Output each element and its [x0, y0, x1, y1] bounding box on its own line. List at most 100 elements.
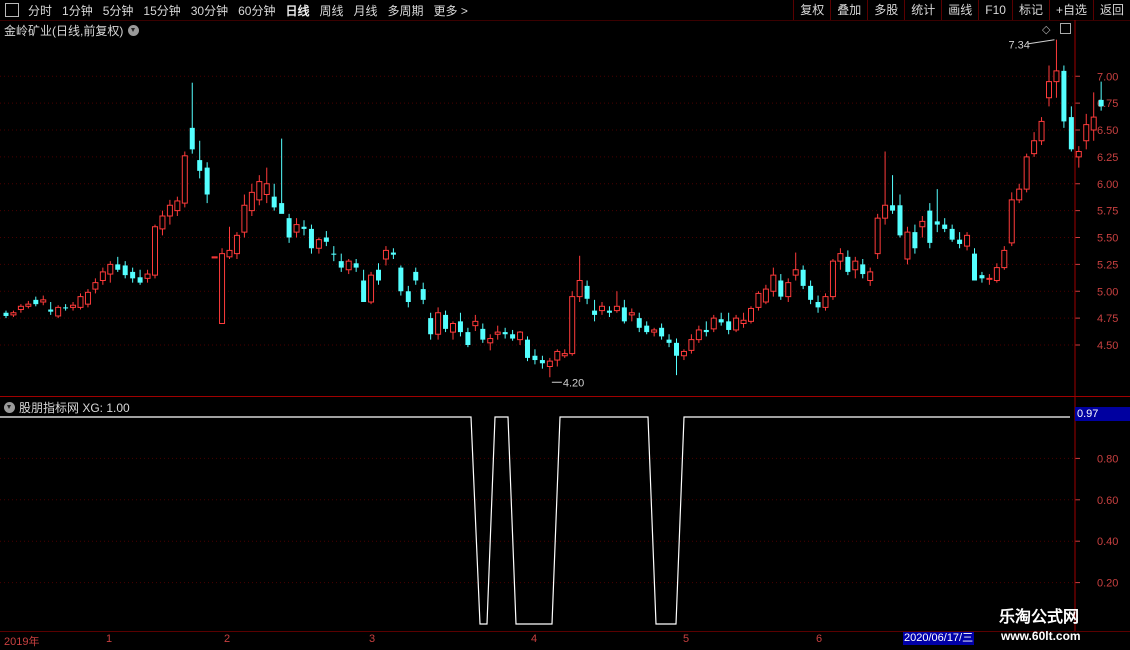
candle-body [874, 217, 881, 255]
month-label: 4 [531, 633, 538, 645]
candle-body [525, 339, 530, 358]
candle-body [25, 303, 32, 307]
candle-body [703, 329, 709, 333]
candle-body [17, 305, 24, 311]
candle-body [904, 231, 911, 260]
candle-body [323, 237, 329, 242]
candle-body [792, 269, 799, 276]
candle-body [822, 296, 829, 308]
candle-body [845, 256, 851, 272]
candle-body [993, 267, 1000, 282]
candle-body [755, 292, 762, 308]
candle-body [398, 267, 404, 292]
candle-body [636, 318, 642, 328]
candle-body [628, 312, 635, 316]
candle-body [942, 224, 948, 229]
indicator-title: 股朋指标网 XG: 1.00 [19, 401, 130, 415]
indicator-tick-label: 0.80 [1097, 453, 1118, 465]
candle-body [122, 265, 128, 276]
candle-body [480, 328, 486, 340]
candle-body [890, 205, 896, 211]
candle-body [510, 334, 516, 339]
candle-body [465, 332, 471, 345]
candle-body [77, 296, 84, 308]
candle-body [569, 296, 576, 355]
candle-body [1053, 70, 1060, 83]
candle-body [248, 191, 255, 212]
candle-body [301, 226, 307, 229]
candle-body [1061, 70, 1067, 122]
candle-body [181, 155, 188, 204]
candle-body [651, 329, 658, 333]
candle-body [368, 274, 375, 303]
month-label: 2 [224, 633, 231, 645]
candle-body [778, 280, 784, 297]
candle-body [84, 291, 91, 305]
indicator-current-value: 0.97 [1075, 407, 1130, 421]
candle-body [718, 319, 724, 323]
candle-body [606, 310, 612, 313]
low-label: 4.20 [563, 377, 584, 389]
candle-body [33, 299, 39, 305]
high-label: 7.34 [1008, 40, 1029, 52]
candle-body [1098, 99, 1104, 107]
candle-body [256, 181, 263, 201]
watermark-url: www.60lt.com [1001, 629, 1081, 643]
candle-body [539, 360, 545, 364]
candle-body [800, 269, 806, 286]
candle-body [70, 304, 77, 308]
price-tick-label: 5.50 [1097, 233, 1118, 245]
candle-body [450, 323, 456, 333]
candle-body [48, 309, 54, 312]
candle-body [972, 253, 977, 281]
candle-body [457, 321, 463, 333]
candle-body [726, 321, 732, 330]
candle-body [986, 277, 993, 280]
indicator-tick-label: 0.40 [1097, 536, 1118, 548]
candle-body [189, 127, 195, 150]
candle-body [99, 271, 106, 281]
candle-body [197, 160, 203, 171]
candle-body [882, 204, 889, 219]
candle-body [331, 253, 337, 255]
candle-body [1090, 116, 1097, 131]
candle-body [733, 317, 740, 331]
candle-body [115, 264, 121, 270]
candle-body [1068, 117, 1074, 150]
price-tick-label: 6.00 [1097, 179, 1118, 191]
candle-body [271, 196, 277, 208]
price-tick-label: 4.50 [1097, 340, 1118, 352]
candle-body [382, 249, 389, 260]
candle-body [159, 215, 166, 230]
month-label: 5 [683, 633, 690, 645]
candle-body [376, 269, 381, 281]
candle-body [263, 183, 270, 195]
indicator-dropdown-icon[interactable] [4, 402, 15, 413]
candle-body [1031, 140, 1038, 155]
candle-body [211, 256, 218, 259]
candle-body [502, 332, 508, 335]
indicator-tick-label: 0.20 [1097, 578, 1118, 590]
candle-body [576, 280, 583, 298]
candle-body [912, 232, 918, 249]
candle-body [1016, 188, 1023, 201]
candle-body [472, 320, 479, 327]
candle-body [829, 260, 836, 298]
candle-body [695, 329, 702, 341]
candle-body [546, 360, 553, 367]
candle-body [860, 264, 866, 275]
candle-body [957, 239, 963, 244]
candle-body [815, 302, 821, 308]
candle-body [1038, 120, 1045, 142]
candle-body [428, 318, 434, 335]
candle-body [1008, 199, 1015, 244]
candle-body [592, 310, 598, 315]
candle-body [867, 271, 874, 281]
candle-body [674, 342, 679, 356]
price-tick-label: 5.25 [1097, 259, 1118, 271]
month-label: 3 [369, 633, 376, 645]
candle-body [3, 312, 9, 316]
candle-body [740, 319, 747, 324]
indicator-title-row: 股朋指标网 XG: 1.00 [4, 399, 130, 416]
price-tick-label: 6.50 [1097, 125, 1118, 137]
